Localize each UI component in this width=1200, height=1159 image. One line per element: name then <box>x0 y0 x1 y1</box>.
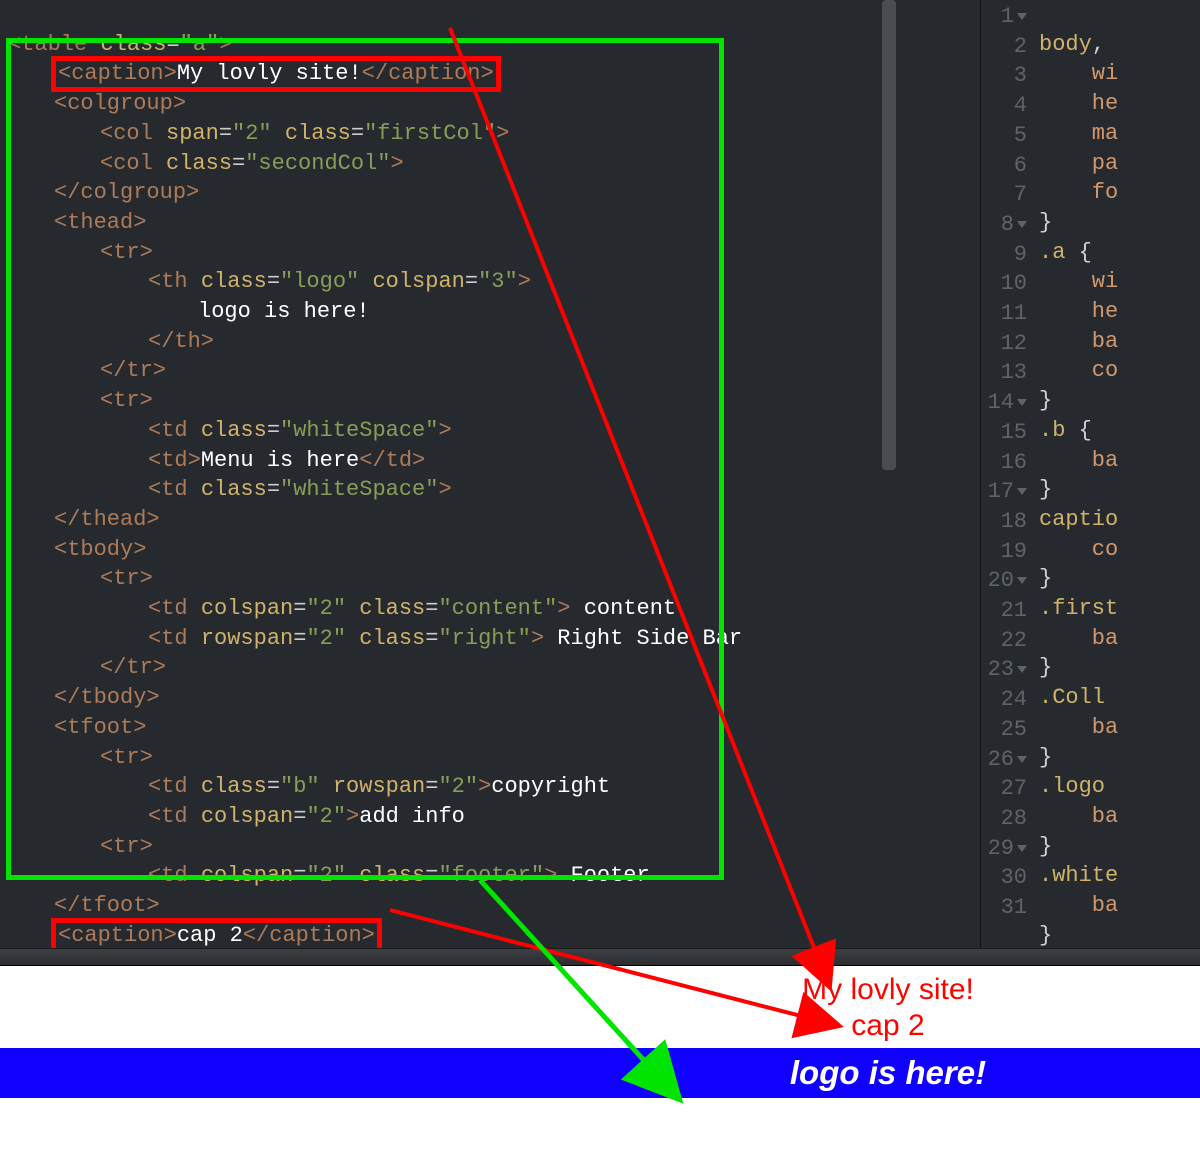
output-caption1: My lovly site! <box>576 972 1200 1008</box>
panel-divider[interactable] <box>0 948 1200 966</box>
scrollbar-thumb[interactable] <box>882 0 896 470</box>
caption2-text: cap 2 <box>177 923 243 948</box>
output-logo-bar: logo is here! <box>0 1048 1200 1098</box>
output-preview: My lovly site! cap 2 logo is here! <box>0 966 1200 1159</box>
output-caption2: cap 2 <box>576 1008 1200 1044</box>
caption-open-tag: <caption> <box>58 61 177 86</box>
html-code[interactable]: <table class="a"> <caption>My lovly site… <box>0 0 980 948</box>
css-editor-panel[interactable]: 1 2 3 4 5 6 7 8 9 10 11 12 13 14 15 16 1… <box>980 0 1200 948</box>
html-editor-panel[interactable]: <table class="a"> <caption>My lovly site… <box>0 0 980 948</box>
menu-text: Menu is here <box>201 448 359 473</box>
caption1-text: My lovly site! <box>177 61 362 86</box>
logo-text: logo is here! <box>198 299 370 324</box>
css-code[interactable]: body, wi he ma pa fo } .a { wi he ba co … <box>1039 0 1118 948</box>
line-gutter: 1 2 3 4 5 6 7 8 9 10 11 12 13 14 15 16 1… <box>981 0 1027 923</box>
